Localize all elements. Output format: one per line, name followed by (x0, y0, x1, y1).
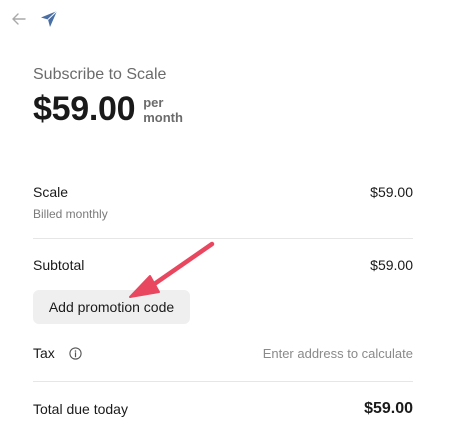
subtotal-label: Subtotal (33, 257, 85, 273)
line-item-billing: Billed monthly (33, 207, 108, 221)
tax-row: Tax Enter address to calculate (33, 345, 413, 361)
subtotal-row: Subtotal $59.00 (33, 257, 413, 273)
line-item-amount: $59.00 (370, 184, 413, 200)
tax-label: Tax (33, 345, 55, 361)
price-row: $59.00 per month (33, 90, 193, 129)
arrow-left-icon (12, 13, 26, 25)
tax-value: Enter address to calculate (262, 345, 413, 361)
info-icon[interactable] (69, 346, 82, 360)
back-button[interactable] (10, 10, 28, 28)
total-amount: $59.00 (364, 400, 413, 417)
total-row: Total due today $59.00 (33, 400, 413, 418)
line-item-scale: Scale $59.00 (33, 184, 413, 200)
top-bar (10, 8, 60, 30)
subtotal-amount: $59.00 (370, 257, 413, 273)
add-promotion-code-button[interactable]: Add promotion code (33, 290, 190, 324)
total-label: Total due today (33, 401, 128, 417)
tax-label-group: Tax (33, 345, 82, 361)
line-item-label: Scale (33, 184, 69, 200)
paper-plane-icon (41, 10, 58, 27)
checkout-summary: Subscribe to Scale $59.00 per month Scal… (0, 0, 464, 443)
price-amount: $59.00 (33, 90, 136, 128)
billing-period: per month (143, 94, 183, 125)
divider (33, 238, 413, 239)
subscribe-title: Subscribe to Scale (33, 66, 167, 83)
divider (33, 381, 413, 382)
brand-logo[interactable] (38, 8, 60, 30)
